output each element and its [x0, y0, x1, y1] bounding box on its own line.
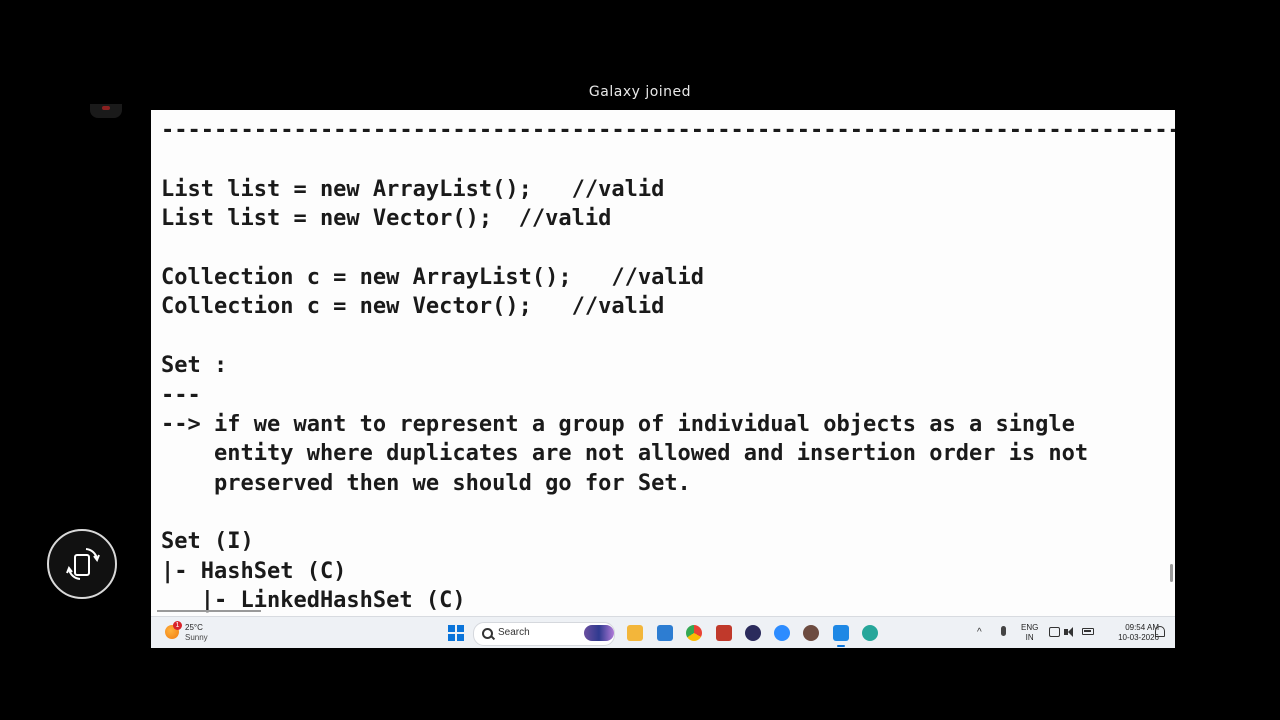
media-player-icon[interactable] — [745, 625, 761, 641]
code-line: entity where duplicates are not allowed … — [161, 441, 1089, 467]
language-code: ENG — [1021, 623, 1039, 632]
language-region: IN — [1025, 633, 1034, 642]
vertical-scrollbar[interactable] — [1170, 564, 1173, 582]
rotate-screen-button[interactable] — [47, 529, 117, 599]
code-line: ----------------------------------------… — [161, 118, 1175, 143]
zoom-icon[interactable] — [774, 625, 790, 641]
code-content: ----------------------------------------… — [161, 116, 1175, 616]
code-line: |- LinkedHashSet (C) — [161, 588, 466, 614]
settings-app-icon[interactable] — [716, 625, 732, 641]
weather-widget[interactable]: 1 25°C Sunny — [165, 621, 225, 645]
shared-screen: ----------------------------------------… — [151, 110, 1175, 648]
code-line: preserved then we should go for Set. — [161, 470, 691, 496]
rotate-icon — [66, 548, 100, 580]
browser-icon[interactable] — [803, 625, 819, 641]
camera-indicator-icon — [90, 104, 122, 118]
clock-date: 10-03-2026 — [1118, 633, 1159, 642]
code-line: Collection c = new ArrayList(); //valid — [161, 264, 705, 290]
code-line: --> if we want to represent a group of i… — [161, 411, 1075, 437]
taskbar-search-box[interactable]: Search — [473, 622, 615, 646]
clock-time: 09:54 AM — [1125, 623, 1159, 632]
participant-joined-notification: Galaxy joined — [588, 84, 692, 100]
code-line: List list = new Vector(); //valid — [161, 206, 612, 232]
file-explorer-icon[interactable] — [627, 625, 643, 641]
search-highlight-icon — [584, 625, 614, 641]
windows-start-icon[interactable] — [448, 625, 464, 641]
code-line: List list = new ArrayList(); //valid — [161, 176, 665, 202]
network-app-icon[interactable] — [862, 625, 878, 641]
weather-condition: Sunny — [185, 633, 208, 642]
weather-alert-badge: 1 — [173, 621, 182, 630]
search-icon — [482, 628, 493, 639]
code-line: Collection c = new Vector(); //valid — [161, 294, 665, 320]
horizontal-scrollbar[interactable] — [157, 610, 261, 612]
system-clock[interactable]: 09:54 AM 10-03-2026 — [1103, 623, 1159, 643]
notification-bell-icon[interactable] — [1155, 626, 1165, 637]
search-placeholder: Search — [498, 627, 530, 638]
text-editor[interactable]: ----------------------------------------… — [151, 110, 1175, 616]
code-line: Set : — [161, 353, 228, 379]
microphone-icon[interactable] — [1001, 626, 1006, 636]
weather-temperature: 25°C — [185, 623, 203, 632]
code-line: --- — [161, 382, 201, 408]
battery-icon[interactable] — [1082, 628, 1094, 635]
language-indicator[interactable]: ENG IN — [1021, 623, 1038, 643]
chrome-icon[interactable] — [686, 625, 702, 641]
volume-icon[interactable] — [1064, 627, 1075, 637]
show-hidden-icons-chevron-icon[interactable]: ^ — [977, 627, 982, 638]
notepad-icon[interactable] — [833, 625, 849, 647]
remote-desktop-icon[interactable] — [657, 625, 673, 641]
code-line: Set (I) — [161, 529, 254, 555]
taskbar: 1 25°C Sunny Search ^ ENG IN 09:54 AM 10… — [151, 616, 1175, 648]
code-line: |- HashSet (C) — [161, 558, 347, 584]
network-icon[interactable] — [1049, 627, 1060, 637]
